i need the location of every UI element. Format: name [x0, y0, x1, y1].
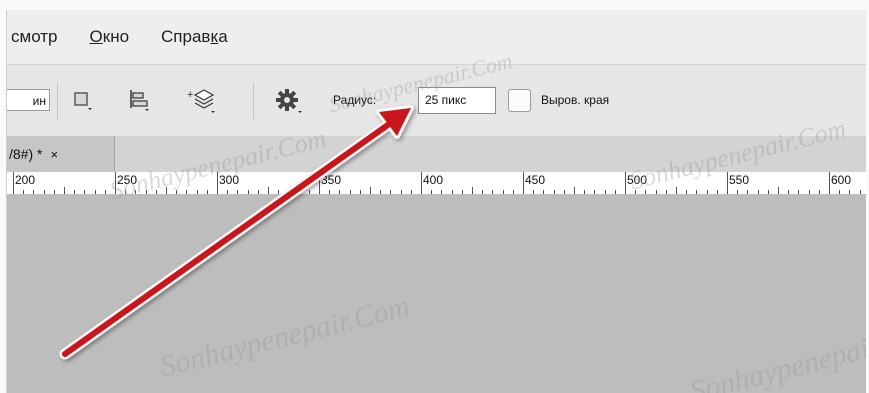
red-arrow-annotation: [59, 105, 414, 360]
editor-window: смотр Окно Спрaвка ин + Радиус: 25 пикс …: [6, 10, 866, 393]
screenshot-frame: смотр Окно Спрaвка ин + Радиус: 25 пикс …: [0, 0, 869, 393]
